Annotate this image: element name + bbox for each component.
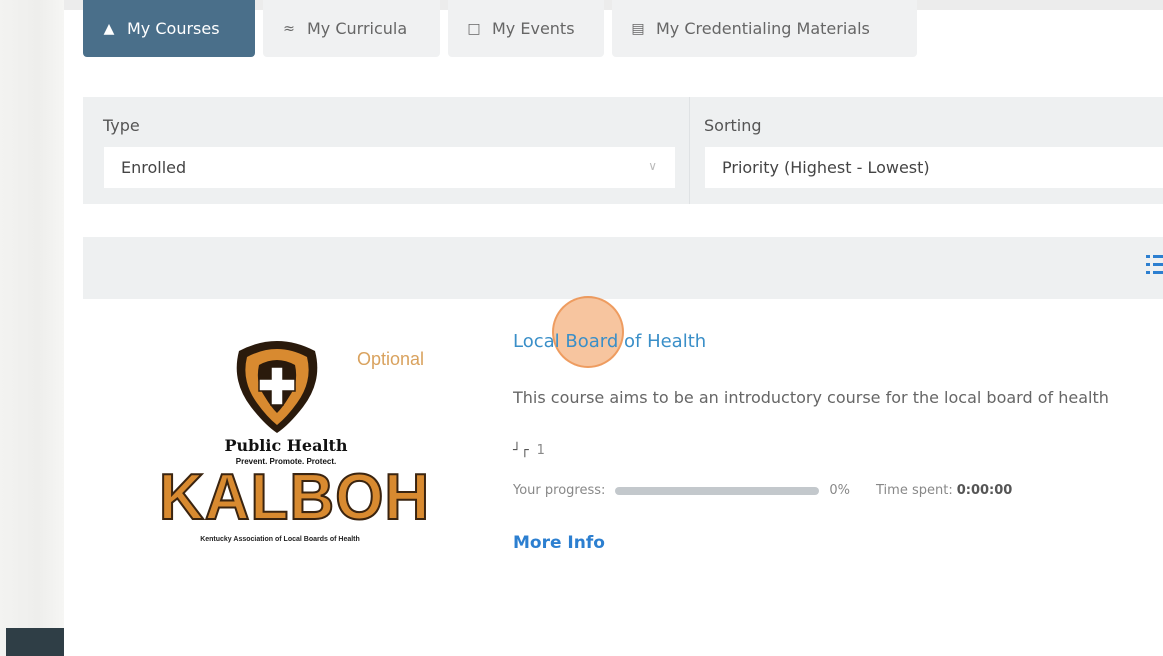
tab-my-credentialing-materials[interactable]: ▤ My Credentialing Materials [612, 0, 917, 57]
tab-label: My Credentialing Materials [656, 19, 870, 38]
time-spent-label: Time spent: [876, 483, 953, 498]
course-title-link[interactable]: Local Board of Health [513, 331, 706, 352]
steps-row: ┘┌ 1 [513, 443, 545, 458]
left-side-strip [0, 0, 64, 656]
tab-label: My Curricula [307, 19, 408, 38]
sorting-select-value: Priority (Highest - Lowest) [722, 158, 930, 177]
logo-full-name: Kentucky Association of Local Boards of … [200, 536, 360, 543]
time-spent-value: 0:00:00 [956, 483, 1013, 498]
sorting-label: Sorting [704, 116, 762, 135]
document-icon: ▤ [631, 20, 645, 37]
progress-percent: 0% [829, 483, 851, 498]
tab-my-events[interactable]: □ My Events [448, 0, 604, 57]
curricula-icon: ≈ [283, 20, 295, 37]
progress-label: Your progress: [513, 483, 606, 498]
list-toolbar [83, 237, 1163, 299]
course-tabs: ▲ My Courses ≈ My Curricula □ My Events … [83, 0, 917, 57]
more-info-link[interactable]: More Info [513, 533, 605, 553]
chevron-down-icon: ∨ [648, 159, 657, 173]
steps-count: 1 [536, 443, 545, 458]
type-label: Type [103, 116, 140, 135]
tab-label: My Courses [127, 19, 220, 38]
tab-my-courses[interactable]: ▲ My Courses [83, 0, 255, 57]
tab-my-curricula[interactable]: ≈ My Curricula [263, 0, 440, 57]
graduation-icon: ▲ [103, 20, 115, 37]
sorting-select[interactable]: Priority (Highest - Lowest) [705, 147, 1163, 188]
type-select-value: Enrolled [121, 158, 187, 177]
logo-public-health: Public Health [224, 436, 348, 455]
type-select[interactable]: Enrolled ∨ [104, 147, 675, 188]
logo-acronym: KALBOH [158, 461, 431, 534]
list-view-icon[interactable] [1146, 255, 1163, 281]
filter-panel: Type Enrolled ∨ Sorting Priority (Highes… [83, 97, 1163, 204]
left-side-footer-block [6, 628, 64, 656]
optional-badge: Optional [357, 349, 425, 369]
progress-bar [615, 486, 820, 495]
steps-icon: ┘┌ [513, 443, 529, 458]
calendar-icon: □ [467, 20, 481, 37]
course-description: This course aims to be an introductory c… [513, 388, 1109, 407]
tab-label: My Events [492, 19, 575, 38]
progress-row: Your progress: 0% Time spent: 0:00:00 [513, 483, 1012, 498]
filter-divider [689, 97, 690, 204]
